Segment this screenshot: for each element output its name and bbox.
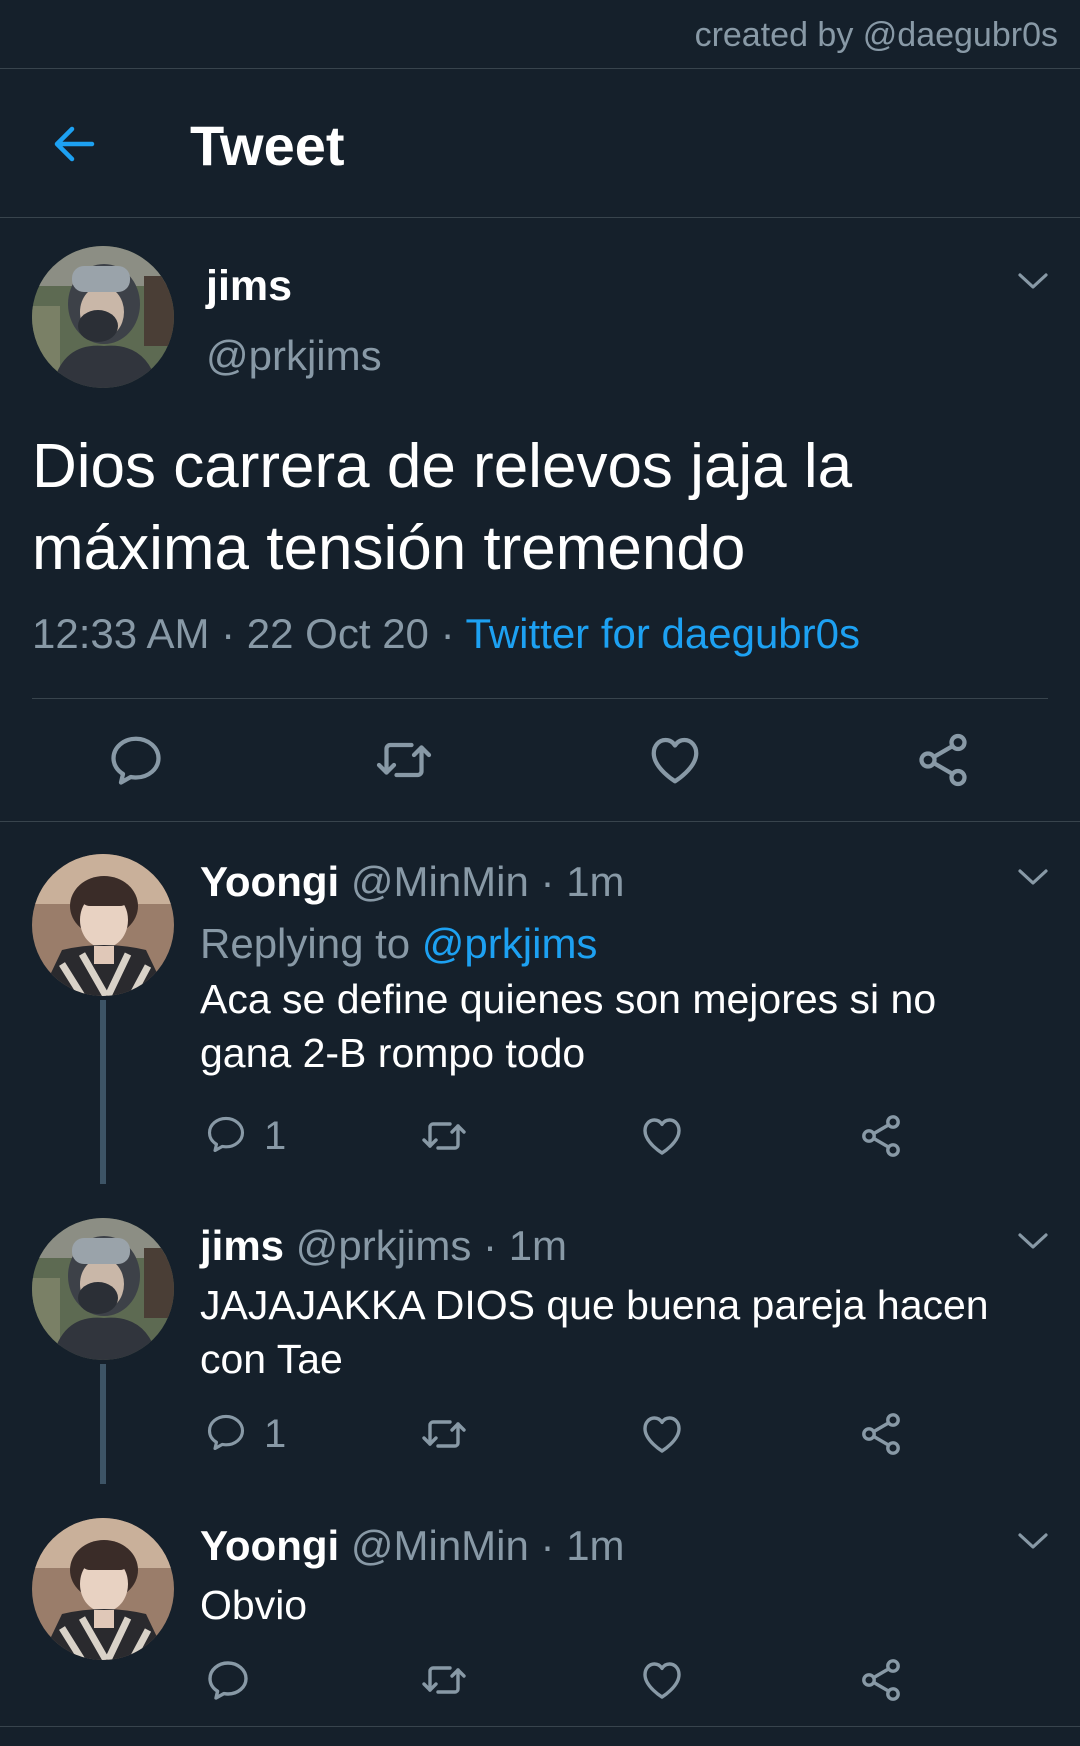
- display-name[interactable]: jims: [200, 1222, 284, 1269]
- share-icon[interactable]: [913, 730, 973, 790]
- reply-button[interactable]: 1: [204, 1112, 304, 1160]
- tweet-meta: 12:33 AM · 22 Oct 20 · Twitter for daegu…: [32, 610, 860, 658]
- like-icon[interactable]: [638, 1656, 686, 1704]
- meta-separator: ·: [528, 858, 567, 905]
- replying-to-label: Replying to: [200, 920, 422, 967]
- retweet-icon[interactable]: [374, 730, 434, 790]
- tweet-actions: 1: [200, 1410, 920, 1466]
- tweet-text: Aca se define quienes son mejores si no …: [200, 972, 1040, 1080]
- display-name[interactable]: jims: [206, 262, 292, 311]
- avatar[interactable]: [32, 1218, 174, 1360]
- tweet-actions: [0, 730, 1080, 820]
- avatar[interactable]: [32, 1518, 174, 1660]
- reply-header: jims @prkjims · 1m: [200, 1222, 567, 1270]
- tweet-time: 1m: [566, 1522, 625, 1569]
- chevron-down-icon[interactable]: [1016, 1530, 1050, 1552]
- tweet-text-line: gana 2-B rompo todo: [200, 1030, 586, 1076]
- credit-text: created by @daegubr0s: [694, 16, 1058, 54]
- display-name[interactable]: Yoongi: [200, 858, 339, 905]
- retweet-icon[interactable]: [420, 1656, 468, 1704]
- display-name[interactable]: Yoongi: [200, 1522, 339, 1569]
- divider: [0, 1726, 1080, 1727]
- credit-bar: created by @daegubr0s: [0, 0, 1080, 69]
- divider: [32, 698, 1048, 699]
- tweet-actions: [200, 1656, 920, 1712]
- tweet-text-line: Dios carrera de relevos jaja la: [32, 432, 853, 501]
- replying-to-link[interactable]: @prkjims: [422, 920, 598, 967]
- tweet-text: Obvio: [200, 1578, 1040, 1632]
- retweet-icon[interactable]: [420, 1112, 468, 1160]
- reply-tweet[interactable]: Yoongi @MinMin · 1m Obvio: [0, 1484, 1080, 1726]
- avatar[interactable]: [32, 854, 174, 996]
- reply-tweet[interactable]: Yoongi @MinMin · 1m Replying to @prkjims…: [0, 820, 1080, 1184]
- thread-line: [100, 1364, 106, 1484]
- reply-header: Yoongi @MinMin · 1m: [200, 1522, 625, 1570]
- top-bar: Tweet: [0, 69, 1080, 218]
- meta-separator: ·: [471, 1222, 509, 1269]
- tweet-text-line: máxima tensión tremendo: [32, 514, 746, 583]
- like-icon[interactable]: [645, 730, 705, 790]
- reply-icon[interactable]: [106, 730, 166, 790]
- meta-separator: ·: [428, 610, 466, 657]
- reply-tweet[interactable]: jims @prkjims · 1m JAJAJAKKA DIOS que bu…: [0, 1184, 1080, 1484]
- tweet-text: Dios carrera de relevos jaja la máxima t…: [32, 426, 1032, 590]
- share-icon[interactable]: [857, 1410, 905, 1458]
- tweet-actions: 1: [200, 1112, 920, 1168]
- like-icon[interactable]: [638, 1410, 686, 1458]
- tweet-source-link[interactable]: Twitter for daegubr0s: [465, 610, 860, 657]
- tweet-time: 12:33 AM: [32, 610, 210, 657]
- thread-line: [100, 1000, 106, 1184]
- reply-header: Yoongi @MinMin · 1m: [200, 858, 625, 906]
- meta-separator: ·: [528, 1522, 567, 1569]
- reply-icon[interactable]: [204, 1656, 252, 1704]
- user-handle[interactable]: @MinMin: [351, 1522, 529, 1569]
- tweet-text-line: Obvio: [200, 1582, 308, 1628]
- tweet-text-line: con Tae: [200, 1336, 343, 1382]
- chevron-down-icon[interactable]: [1016, 270, 1050, 292]
- reply-icon: [204, 1112, 248, 1156]
- reply-count: 1: [264, 1114, 287, 1158]
- tweet-text: JAJAJAKKA DIOS que buena pareja hacen co…: [200, 1278, 1040, 1386]
- reply-button[interactable]: 1: [204, 1410, 304, 1458]
- user-handle[interactable]: @prkjims: [206, 332, 382, 380]
- share-icon[interactable]: [857, 1112, 905, 1160]
- tweet-date: 22 Oct 20: [246, 610, 429, 657]
- retweet-icon[interactable]: [420, 1410, 468, 1458]
- like-icon[interactable]: [638, 1112, 686, 1160]
- main-tweet: jims @prkjims Dios carrera de relevos ja…: [0, 218, 1080, 822]
- user-handle[interactable]: @MinMin: [351, 858, 529, 905]
- tweet-time: 1m: [566, 858, 625, 905]
- tweet-text-line: Aca se define quienes son mejores si no: [200, 976, 937, 1022]
- chevron-down-icon[interactable]: [1016, 866, 1050, 888]
- tweet-text-line: JAJAJAKKA DIOS que buena pareja hacen: [200, 1282, 989, 1328]
- chevron-down-icon[interactable]: [1016, 1230, 1050, 1252]
- page-title: Tweet: [190, 114, 345, 177]
- tweet-time: 1m: [508, 1222, 568, 1269]
- user-handle[interactable]: @prkjims: [296, 1222, 472, 1269]
- reply-count: 1: [264, 1412, 287, 1456]
- share-icon[interactable]: [857, 1656, 905, 1704]
- meta-separator: ·: [209, 610, 247, 657]
- avatar[interactable]: [32, 246, 174, 388]
- reply-icon: [204, 1410, 248, 1454]
- back-arrow-icon[interactable]: [48, 117, 102, 171]
- replying-to: Replying to @prkjims: [200, 920, 597, 968]
